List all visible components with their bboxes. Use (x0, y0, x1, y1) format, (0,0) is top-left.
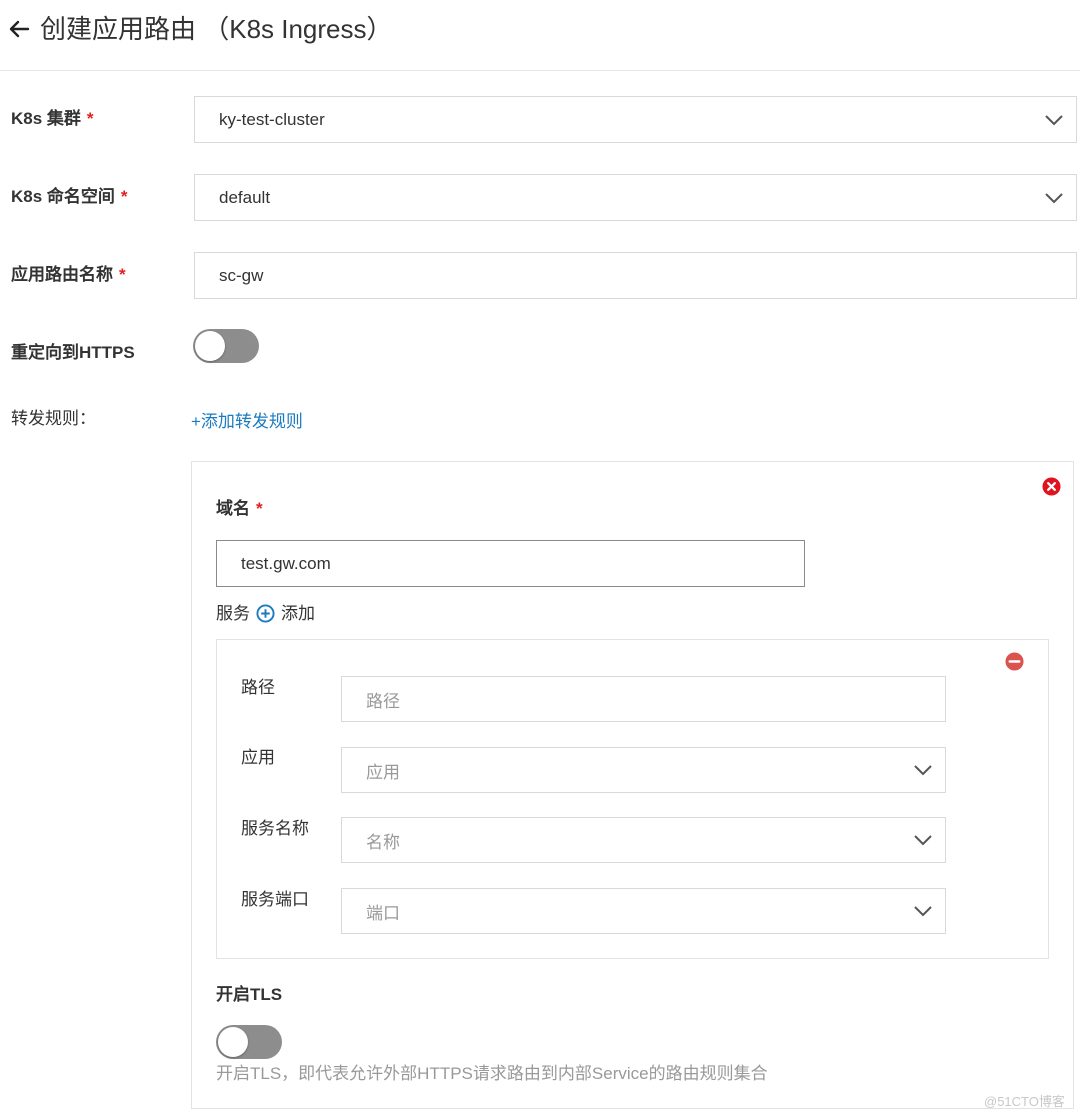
watermark: @51CTO博客 (984, 1094, 1065, 1109)
service-name-select[interactable]: 名称 (341, 817, 946, 863)
domain-label-text: 域名 (216, 499, 250, 518)
service-port-label: 服务端口 (241, 890, 309, 909)
cluster-select[interactable]: ky-test-cluster (194, 96, 1077, 143)
toggle-knob (218, 1027, 248, 1057)
forward-rules-label: 转发规则： (11, 409, 96, 428)
domain-value: test.gw.com (241, 553, 331, 573)
chevron-down-icon (914, 835, 932, 846)
namespace-label: K8s 命名空间 * (11, 185, 128, 209)
service-port-select[interactable]: 端口 (341, 888, 946, 934)
route-name-label-text: 应用路由名称 (11, 265, 113, 284)
cluster-select-value: ky-test-cluster (219, 109, 325, 129)
domain-input[interactable]: test.gw.com (216, 540, 805, 587)
service-port-placeholder: 端口 (366, 903, 400, 923)
path-input[interactable]: 路径 (341, 676, 946, 722)
app-placeholder: 应用 (366, 762, 400, 782)
namespace-label-text: K8s 命名空间 (11, 187, 115, 206)
domain-label: 域名 * (216, 497, 263, 521)
https-redirect-toggle[interactable] (193, 329, 259, 363)
namespace-select-value: default (219, 187, 271, 207)
service-name-placeholder: 名称 (366, 832, 400, 852)
add-circle-icon[interactable] (256, 604, 275, 623)
cluster-label-text: K8s 集群 (11, 109, 81, 128)
path-label: 路径 (241, 678, 275, 697)
service-label: 服务 (216, 604, 250, 623)
chevron-down-icon (1045, 114, 1063, 125)
chevron-down-icon (914, 765, 932, 776)
service-name-label: 服务名称 (241, 819, 309, 838)
path-placeholder: 路径 (366, 691, 400, 711)
required-mark: * (86, 109, 94, 128)
required-mark: * (256, 499, 263, 518)
add-forward-rule-link[interactable]: +添加转发规则 (191, 410, 303, 434)
required-mark: * (120, 187, 128, 206)
page-title: 创建应用路由 （K8s Ingress） (40, 14, 393, 44)
remove-rule-icon[interactable] (1042, 477, 1061, 496)
route-name-value: sc-gw (219, 265, 264, 285)
route-name-label: 应用路由名称 * (11, 263, 126, 287)
back-arrow-icon[interactable] (8, 17, 30, 41)
app-label: 应用 (241, 748, 275, 767)
toggle-knob (195, 331, 225, 361)
tls-label: 开启TLS (216, 985, 283, 1004)
route-name-input[interactable]: sc-gw (194, 252, 1077, 299)
namespace-select[interactable]: default (194, 174, 1077, 221)
tls-toggle[interactable] (216, 1025, 282, 1059)
https-redirect-label: 重定向到HTTPS (11, 343, 135, 362)
tls-help-text: 开启TLS，即代表允许外部HTTPS请求路由到内部Service的路由规则集合 (216, 1064, 768, 1083)
chevron-down-icon (1045, 192, 1063, 203)
cluster-label: K8s 集群 * (11, 107, 94, 131)
remove-service-icon[interactable] (1005, 652, 1024, 671)
app-select[interactable]: 应用 (341, 747, 946, 793)
add-service-button[interactable]: 添加 (281, 602, 315, 626)
required-mark: * (119, 265, 126, 284)
chevron-down-icon (914, 906, 932, 917)
